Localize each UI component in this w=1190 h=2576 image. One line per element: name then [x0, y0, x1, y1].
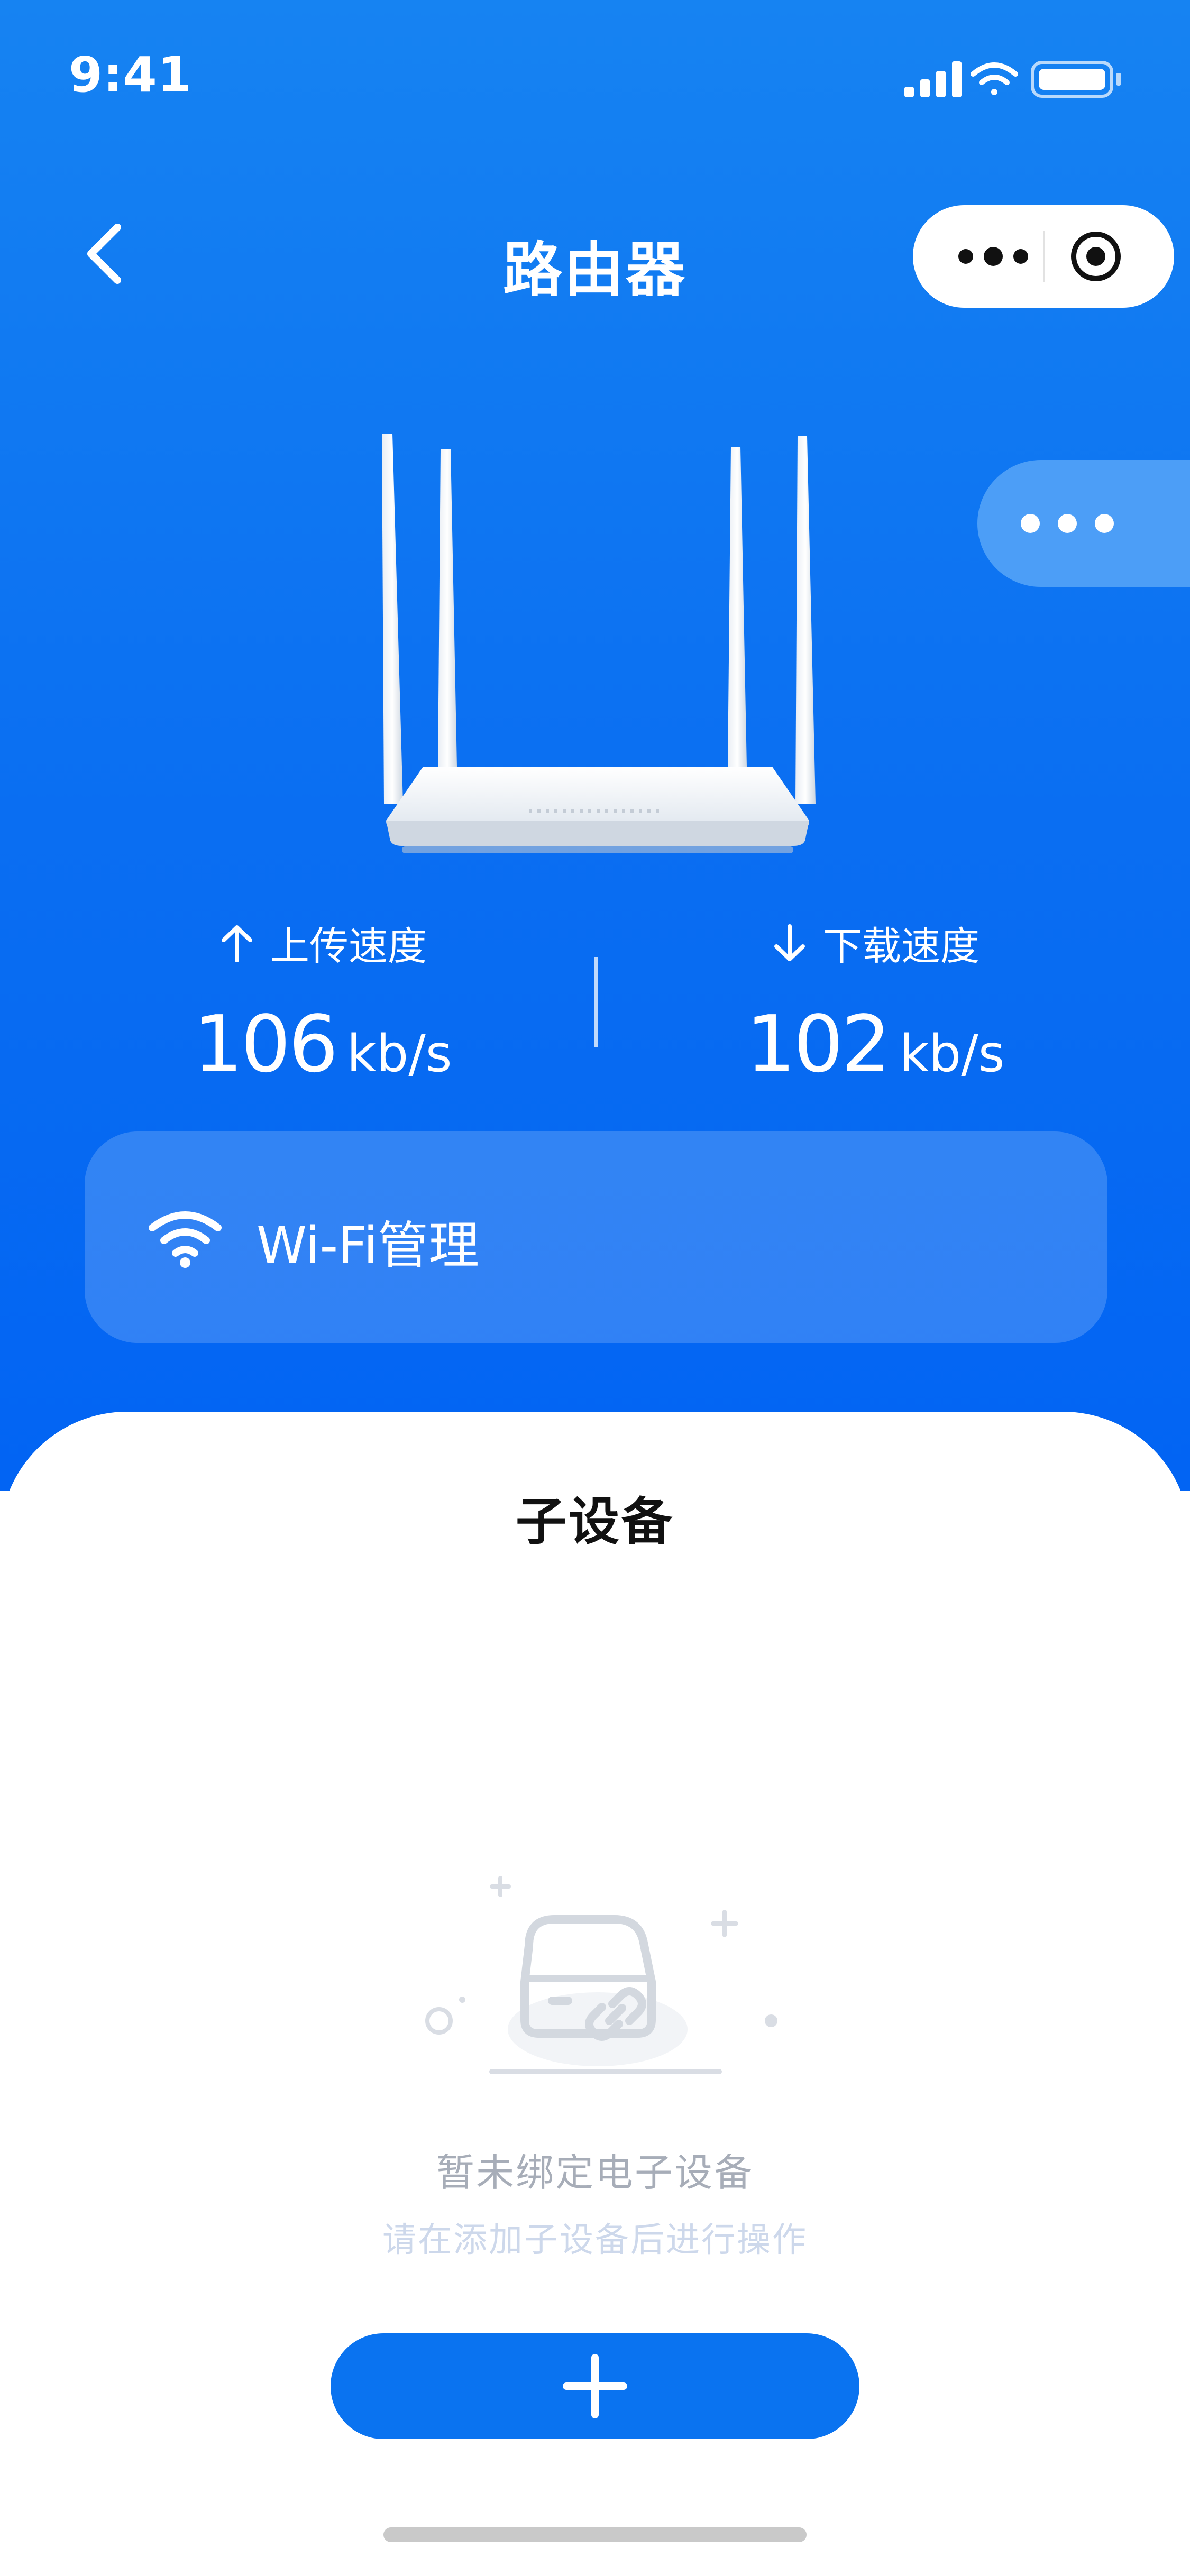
sub-devices-title: 子设备	[516, 1492, 674, 1551]
speed-divider	[594, 957, 598, 1047]
nav-bar: 路由器	[0, 201, 1190, 308]
floating-menu-button[interactable]	[977, 460, 1190, 587]
miniapp-capsule	[913, 205, 1174, 308]
header-hero: 9:41 路由器 上传速度 106 kb/s 下载速度 102 kb/s Wi-…	[0, 0, 1190, 1491]
wifi-icon	[149, 1211, 222, 1268]
wifi-status-icon	[971, 62, 1018, 95]
add-sub-device-button[interactable]	[331, 2333, 859, 2439]
upload-speed: 上传速度 106 kb/s	[85, 915, 561, 1090]
upload-speed-value: 106	[193, 999, 338, 1090]
wifi-management-label: Wi-Fi管理	[257, 1216, 480, 1275]
router-image	[382, 434, 816, 853]
signal-icon	[904, 61, 962, 97]
empty-state-subtitle: 请在添加子设备后进行操作	[382, 2221, 808, 2260]
upload-speed-unit: kb/s	[346, 1024, 452, 1083]
home-indicator	[383, 2527, 807, 2542]
download-speed-unit: kb/s	[899, 1024, 1005, 1083]
status-icons	[904, 61, 1121, 98]
status-time: 9:41	[69, 47, 192, 103]
target-icon[interactable]	[1069, 230, 1122, 283]
download-speed-label: 下载速度	[823, 924, 980, 969]
download-speed-value: 102	[746, 999, 891, 1090]
empty-devices-illustration	[425, 1876, 777, 2074]
more-dots-icon[interactable]	[950, 238, 1035, 275]
arrow-down-icon	[774, 924, 805, 961]
capsule-divider	[1043, 231, 1045, 282]
battery-icon	[1031, 61, 1121, 98]
status-bar: 9:41	[0, 0, 1190, 106]
upload-speed-label: 上传速度	[270, 924, 427, 969]
sub-devices-panel: 子设备 暂未绑定电子设备 请在添加子设备后进行操作	[0, 1412, 1190, 2576]
plus-icon	[563, 2354, 627, 2418]
empty-state-title: 暂未绑定电子设备	[436, 2150, 754, 2195]
wifi-management-card[interactable]: Wi-Fi管理	[85, 1131, 1107, 1343]
arrow-up-icon	[222, 925, 252, 962]
download-speed: 下载速度 102 kb/s	[637, 915, 1113, 1090]
more-dots-icon	[1021, 514, 1114, 533]
